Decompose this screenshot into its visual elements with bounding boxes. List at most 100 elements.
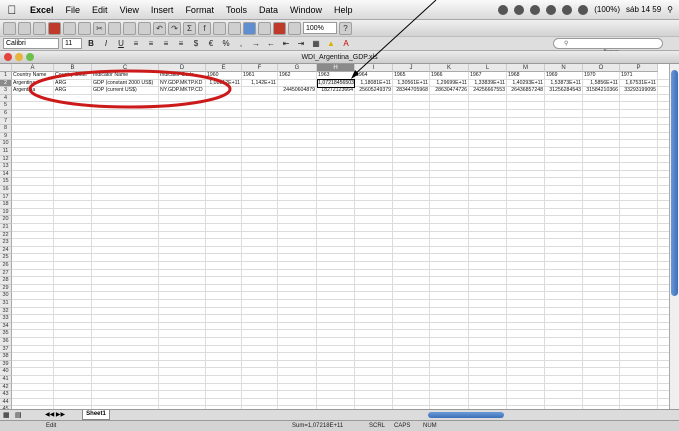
spotlight-icon[interactable]: ⚲: [667, 5, 673, 14]
row-header-29[interactable]: 29: [0, 284, 12, 293]
cell-l3[interactable]: 24256667553: [470, 87, 506, 95]
fill-color-icon[interactable]: ▲: [325, 39, 337, 48]
column-header-g[interactable]: G: [278, 64, 317, 72]
cell-e1[interactable]: 1960: [207, 72, 241, 80]
clock[interactable]: sáb 14 59: [626, 5, 661, 14]
bold-icon[interactable]: B: [85, 39, 97, 48]
row-header-11[interactable]: 11: [0, 148, 12, 156]
row-header-33[interactable]: 33: [0, 315, 12, 323]
row-header-30[interactable]: 30: [0, 292, 12, 300]
gallery-icon[interactable]: [243, 21, 256, 35]
row-header-1[interactable]: 1: [0, 72, 12, 80]
row-header-18[interactable]: 18: [0, 201, 12, 209]
new-icon[interactable]: [3, 21, 16, 35]
menu-insert[interactable]: Insert: [145, 5, 180, 15]
volume-icon[interactable]: [562, 4, 573, 15]
cell-l2[interactable]: 1,33839E+11: [470, 80, 506, 88]
chart-wizard-icon[interactable]: [273, 21, 286, 35]
row-header-26[interactable]: 26: [0, 262, 12, 270]
cell-g3[interactable]: 24450604879: [279, 87, 316, 95]
permission-icon[interactable]: [48, 21, 61, 35]
sheet-nav-icon[interactable]: ◀◀ ▶▶: [45, 411, 65, 418]
zoom-icon[interactable]: [26, 53, 34, 61]
cell-a1[interactable]: Country Name: [13, 72, 53, 80]
cell-i2[interactable]: 1,18081E+11: [356, 80, 392, 88]
close-icon[interactable]: [4, 53, 12, 61]
cell-d1[interactable]: Indicator Code: [160, 72, 205, 80]
row-header-32[interactable]: 32: [0, 307, 12, 316]
select-all-corner[interactable]: [0, 64, 12, 72]
function-icon[interactable]: f: [198, 21, 211, 35]
percent-icon[interactable]: %: [220, 39, 232, 48]
column-header-l[interactable]: L: [469, 64, 507, 72]
row-header-35[interactable]: 35: [0, 330, 12, 338]
row-header-8[interactable]: 8: [0, 125, 12, 133]
row-header-42[interactable]: 42: [0, 383, 12, 392]
undo-icon[interactable]: ↶: [153, 21, 166, 35]
battery-icon[interactable]: [578, 4, 589, 15]
page-layout-icon[interactable]: ▤: [15, 411, 22, 419]
cell-f1[interactable]: 1961: [243, 72, 277, 80]
row-header-10[interactable]: 10: [0, 140, 12, 148]
column-header-a[interactable]: A: [12, 64, 54, 72]
bluetooth-icon[interactable]: [530, 4, 541, 15]
row-header-9[interactable]: 9: [0, 132, 12, 141]
row-header-36[interactable]: 36: [0, 338, 12, 346]
row-header-34[interactable]: 34: [0, 322, 12, 331]
adium-icon[interactable]: [498, 4, 509, 15]
zoom-select[interactable]: 100%: [303, 22, 337, 34]
normal-view-icon[interactable]: ▦: [3, 411, 10, 419]
cell-g1[interactable]: 1962: [279, 72, 316, 80]
apple-menu-icon[interactable]: : [0, 3, 24, 17]
menu-view[interactable]: View: [114, 5, 145, 15]
column-header-m[interactable]: M: [507, 64, 545, 72]
cell-p1[interactable]: 1971: [621, 72, 657, 80]
cell-c1[interactable]: Indicator Name: [93, 72, 158, 80]
print-preview-icon[interactable]: [78, 21, 91, 35]
sort-desc-icon[interactable]: [228, 21, 241, 35]
cell-j2[interactable]: 1,30561E+11: [394, 80, 429, 88]
cell-p3[interactable]: 33293199095: [621, 87, 657, 95]
font-name-select[interactable]: Calibri: [3, 38, 59, 49]
format-painter-icon[interactable]: [138, 21, 151, 35]
menu-edit[interactable]: Edit: [86, 5, 114, 15]
euro-icon[interactable]: €: [205, 39, 217, 48]
redo-icon[interactable]: ↷: [168, 21, 181, 35]
row-header-16[interactable]: 16: [0, 186, 12, 194]
open-icon[interactable]: [18, 21, 31, 35]
cell-i1[interactable]: 1964: [356, 72, 392, 80]
cell-o3[interactable]: 31584210366: [584, 87, 619, 95]
column-header-c[interactable]: C: [92, 64, 159, 72]
cell-o2[interactable]: 1,5856E+11: [584, 80, 619, 88]
row-header-44[interactable]: 44: [0, 398, 12, 407]
decimal-dec-icon[interactable]: ←: [265, 39, 277, 48]
cell-c2[interactable]: GDP (constant 2000 US$): [93, 80, 158, 88]
menu-help[interactable]: Help: [328, 5, 359, 15]
cell-i3[interactable]: 25605249379: [356, 87, 392, 95]
row-header-31[interactable]: 31: [0, 300, 12, 308]
column-header-d[interactable]: D: [159, 64, 206, 72]
merge-icon[interactable]: ≡: [175, 39, 187, 48]
cell-m3[interactable]: 26436857248: [508, 87, 544, 95]
row-header-23[interactable]: 23: [0, 239, 12, 247]
column-header-o[interactable]: O: [583, 64, 620, 72]
row-header-14[interactable]: 14: [0, 170, 12, 179]
cell-k2[interactable]: 1,29699E+11: [431, 80, 468, 88]
copy-icon[interactable]: [108, 21, 121, 35]
cell-a2[interactable]: Argentina: [13, 80, 53, 88]
menu-data[interactable]: Data: [253, 5, 284, 15]
currency-icon[interactable]: $: [190, 39, 202, 48]
cell-k3[interactable]: 28630474726: [431, 87, 468, 95]
cell-h3[interactable]: 18272123664: [318, 87, 354, 95]
toolbox-icon[interactable]: [258, 21, 271, 35]
cell-n2[interactable]: 1,53873E+11: [546, 80, 582, 88]
column-header-b[interactable]: B: [54, 64, 92, 72]
menu-window[interactable]: Window: [284, 5, 328, 15]
print-icon[interactable]: [63, 21, 76, 35]
row-header-5[interactable]: 5: [0, 102, 12, 110]
column-header-n[interactable]: N: [545, 64, 583, 72]
row-header-4[interactable]: 4: [0, 94, 12, 103]
cell-f3[interactable]: [243, 87, 277, 95]
row-header-25[interactable]: 25: [0, 254, 12, 262]
cell-b3[interactable]: ARG: [55, 87, 91, 95]
